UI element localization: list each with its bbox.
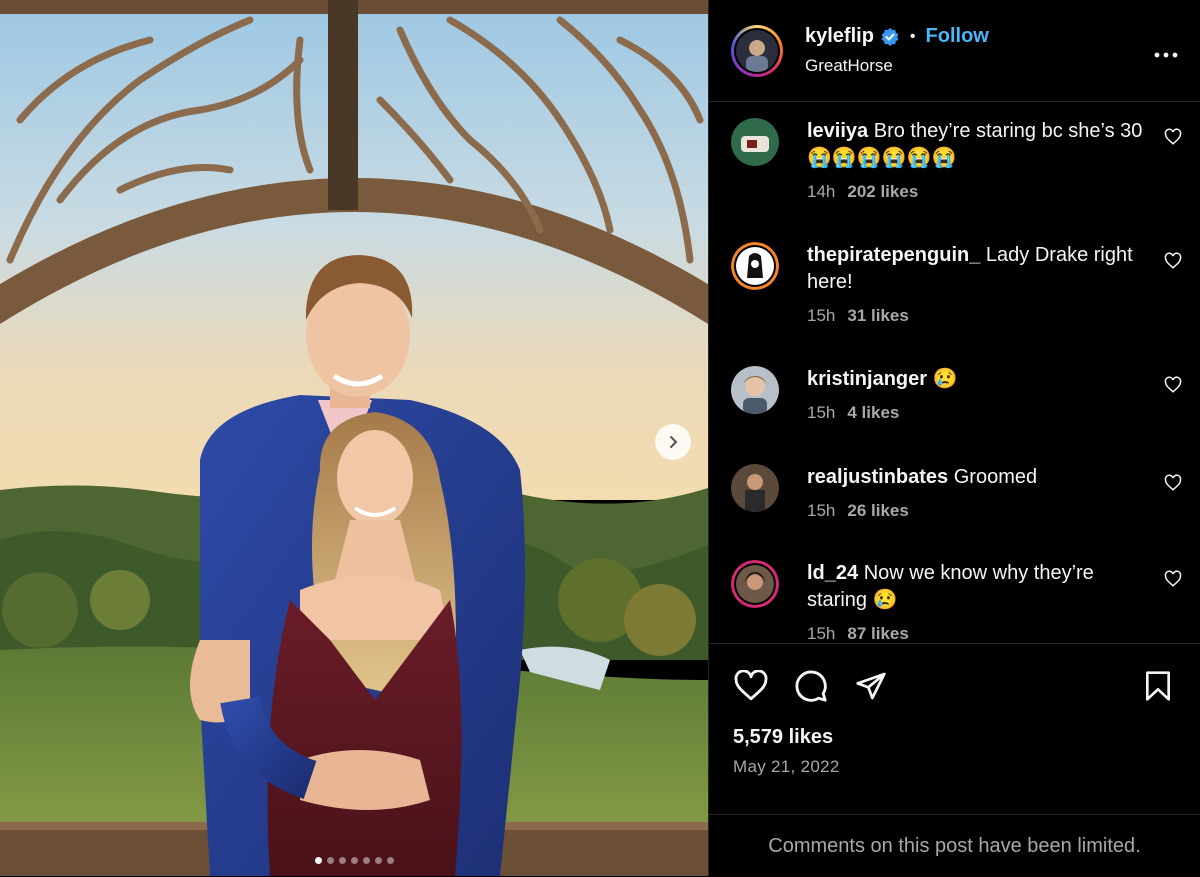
carousel-dot xyxy=(338,857,346,864)
share-icon xyxy=(856,672,886,700)
comment-like-heart-icon[interactable] xyxy=(1164,474,1182,492)
carousel-dot xyxy=(350,857,358,864)
commenter-avatar[interactable] xyxy=(731,242,779,290)
comment-item: realjustinbates Groomed 15h 26 likes xyxy=(731,464,1186,521)
comments-list[interactable]: leviiya Bro they’re staring bc she’s 30 … xyxy=(709,102,1200,642)
verified-badge-icon xyxy=(881,27,899,46)
carousel-dot xyxy=(386,857,394,864)
comment-text: 😢 xyxy=(932,368,958,390)
comment-item: kristinjanger 😢 15h 4 likes xyxy=(731,366,1186,423)
comment-like-heart-icon[interactable] xyxy=(1164,252,1182,270)
author-avatar[interactable] xyxy=(731,24,783,77)
comment-username[interactable]: kristinjanger xyxy=(807,368,927,390)
commenter-avatar[interactable] xyxy=(731,560,779,608)
comment-text: Groomed xyxy=(953,466,1038,488)
next-image-button[interactable] xyxy=(655,424,691,460)
carousel-indicator xyxy=(0,857,708,864)
share-button[interactable] xyxy=(851,666,891,706)
comment-item: thepiratepenguin_ Lady Drake right here!… xyxy=(731,242,1186,326)
likes-count[interactable]: 5,579 likes xyxy=(733,726,1176,749)
post-sidebar: kyleflip • Follow GreatHorse leviiya Bro… xyxy=(708,0,1200,876)
couple-photo xyxy=(0,0,708,876)
instagram-post: kyleflip • Follow GreatHorse leviiya Bro… xyxy=(0,0,1200,876)
commenter-avatar[interactable] xyxy=(731,366,779,414)
comment-likes[interactable]: 26 likes xyxy=(847,501,908,520)
save-button[interactable] xyxy=(1138,666,1178,706)
comment-likes[interactable]: 4 likes xyxy=(847,403,899,422)
comment-username[interactable]: thepiratepenguin_ xyxy=(807,244,980,266)
comment-likes[interactable]: 87 likes xyxy=(847,624,908,642)
comment-item: leviiya Bro they’re staring bc she’s 30 … xyxy=(731,118,1186,202)
post-header: kyleflip • Follow GreatHorse xyxy=(709,0,1200,102)
comment-username[interactable]: realjustinbates xyxy=(807,466,948,488)
follow-button[interactable]: Follow xyxy=(926,25,989,48)
comment-time[interactable]: 15h xyxy=(807,306,835,325)
comment-button[interactable] xyxy=(791,666,831,706)
post-date[interactable]: May 21, 2022 xyxy=(733,757,1176,777)
carousel-dot xyxy=(374,857,382,864)
commenter-avatar[interactable] xyxy=(731,118,779,166)
heart-icon xyxy=(734,670,768,701)
comment-like-heart-icon[interactable] xyxy=(1164,128,1182,146)
author-username[interactable]: kyleflip xyxy=(805,25,874,48)
post-media[interactable] xyxy=(0,0,708,876)
comment-icon xyxy=(795,670,827,702)
comment-like-heart-icon[interactable] xyxy=(1164,376,1182,394)
comment-like-heart-icon[interactable] xyxy=(1164,570,1182,588)
bookmark-icon xyxy=(1146,671,1170,701)
comments-limited-notice: Comments on this post have been limited. xyxy=(709,814,1200,877)
comment-username[interactable]: leviiya xyxy=(807,120,868,142)
chevron-right-icon xyxy=(670,436,678,448)
like-button[interactable] xyxy=(731,666,771,706)
comment-likes[interactable]: 202 likes xyxy=(847,182,918,201)
comment-item: ld_24 Now we know why they’re staring 😢 … xyxy=(731,560,1186,642)
more-options-icon[interactable] xyxy=(1154,38,1178,64)
carousel-dot xyxy=(362,857,370,864)
commenter-avatar[interactable] xyxy=(731,464,779,512)
comment-likes[interactable]: 31 likes xyxy=(847,306,908,325)
post-location[interactable]: GreatHorse xyxy=(805,56,1154,76)
comment-time[interactable]: 15h xyxy=(807,624,835,642)
carousel-dot xyxy=(326,857,334,864)
header-separator: • xyxy=(909,27,916,45)
comment-username[interactable]: ld_24 xyxy=(807,562,858,584)
comment-time[interactable]: 15h xyxy=(807,501,835,520)
post-actions: 5,579 likes May 21, 2022 Comments on thi… xyxy=(709,643,1200,877)
comment-time[interactable]: 15h xyxy=(807,403,835,422)
carousel-dot xyxy=(314,857,322,864)
comment-time[interactable]: 14h xyxy=(807,182,835,201)
